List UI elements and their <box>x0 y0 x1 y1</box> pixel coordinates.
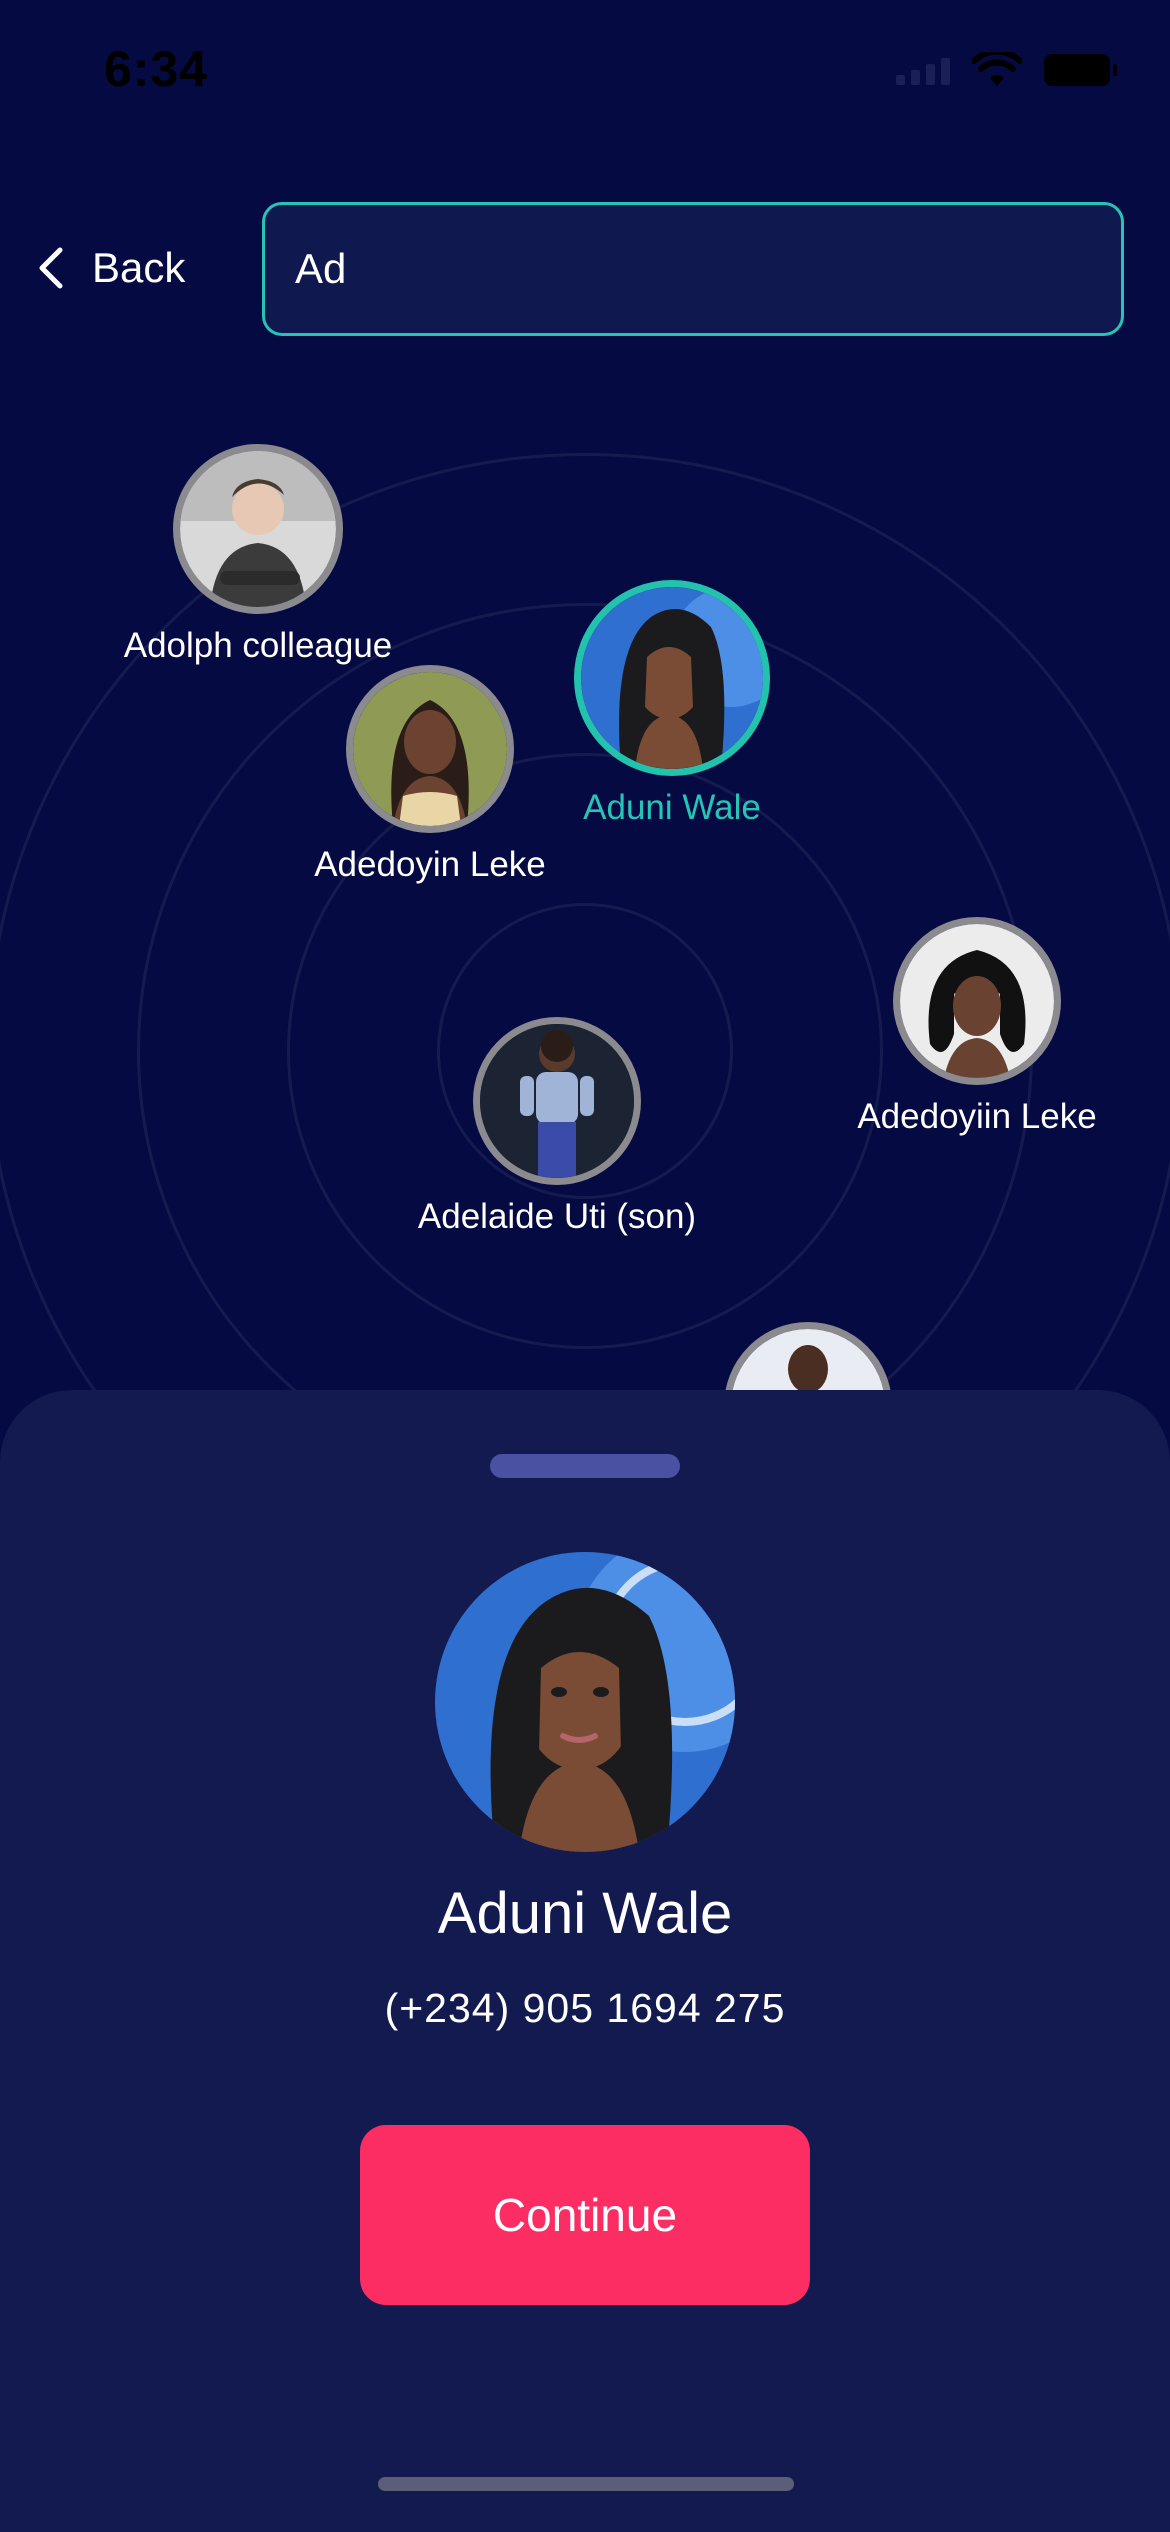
person-photo-icon <box>353 672 507 826</box>
avatar <box>173 444 343 614</box>
avatar <box>724 1322 892 1390</box>
contact-name: Adolph colleague <box>123 626 393 665</box>
header: Back <box>0 200 1170 336</box>
selected-contact-photo <box>435 1552 735 1852</box>
avatar <box>346 665 514 833</box>
person-photo-icon <box>180 451 336 607</box>
selected-contact-phone: (+234) 905 1694 275 <box>384 1985 786 2031</box>
person-photo-icon <box>731 1329 885 1390</box>
status-bar: 6:34 <box>0 0 1170 150</box>
contact-name: Adedoyiin Leke <box>857 1097 1097 1136</box>
sheet-drag-handle[interactable] <box>490 1454 680 1478</box>
wifi-icon <box>972 52 1022 86</box>
contact-adolph-colleague[interactable]: Adolph colleague <box>108 444 408 666</box>
contact-name: Aduni Wale <box>583 788 761 827</box>
contact-adedoyiin-leke[interactable]: Adedoyiin Leke <box>827 917 1127 1137</box>
avatar <box>473 1017 641 1185</box>
search-input[interactable] <box>262 202 1124 336</box>
contact-name: Adedoyin Leke <box>314 845 546 884</box>
contact-detail-sheet: Aduni Wale (+234) 905 1694 275 Continue <box>0 1390 1170 2532</box>
contact-radar: Adolph colleague Aduni Wale Adedoyin Lek… <box>0 380 1170 1390</box>
home-indicator <box>378 2477 794 2491</box>
person-photo-icon <box>435 1552 735 1852</box>
contact-partial[interactable] <box>724 1322 892 1390</box>
battery-icon <box>1044 54 1117 86</box>
status-time: 6:34 <box>104 41 209 97</box>
person-photo-icon <box>581 587 763 769</box>
continue-button[interactable]: Continue <box>360 2125 810 2305</box>
back-button[interactable]: Back <box>36 230 185 306</box>
selected-contact-name: Aduni Wale <box>437 1881 733 1946</box>
back-label: Back <box>92 244 186 291</box>
contact-adelaide-uti[interactable]: Adelaide Uti (son) <box>407 1017 707 1237</box>
avatar <box>893 917 1061 1085</box>
contact-adedoyin-leke[interactable]: Adedoyin Leke <box>280 665 580 885</box>
cellular-signal-icon <box>896 55 950 85</box>
person-photo-icon <box>900 924 1054 1078</box>
avatar-selected <box>574 580 770 776</box>
person-photo-icon <box>480 1024 634 1178</box>
chevron-left-icon <box>39 247 63 289</box>
status-icons <box>896 52 1117 88</box>
contact-name: Adelaide Uti (son) <box>417 1197 697 1236</box>
